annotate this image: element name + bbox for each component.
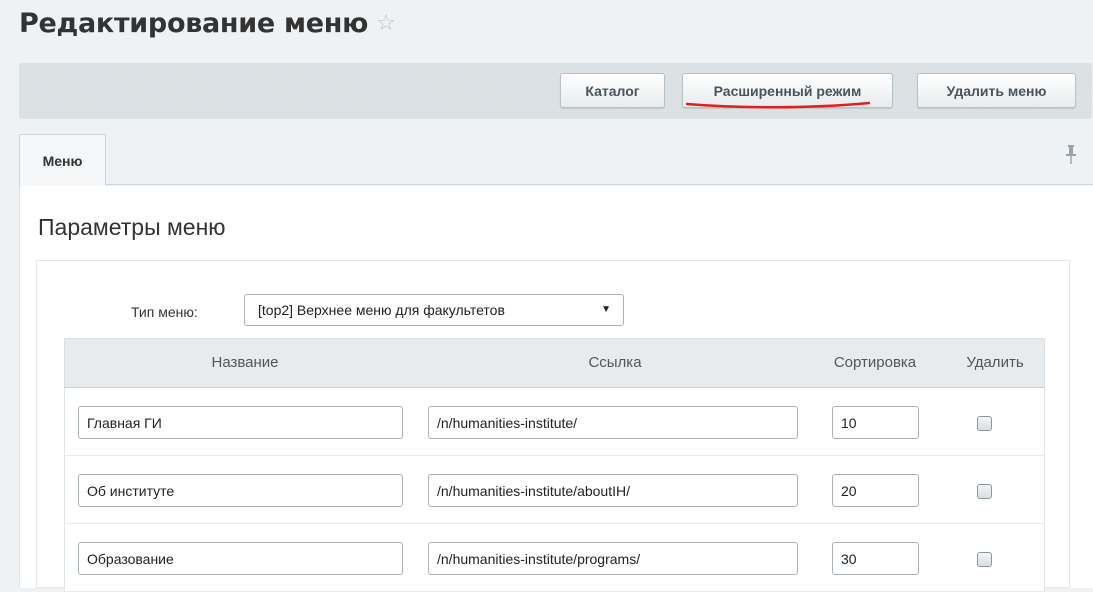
section-title: Параметры меню — [38, 214, 226, 240]
page-title-text: Редактирование меню — [19, 8, 369, 39]
menu-params-box: Тип меню: [top2] Верхнее меню для факуль… — [36, 260, 1070, 592]
menu-item-name-input[interactable] — [78, 542, 403, 575]
tabs-bar: Меню — [19, 121, 1093, 186]
star-icon[interactable]: ☆ — [376, 11, 396, 36]
menu-item-sort-input[interactable] — [832, 542, 919, 575]
menu-item-link-input[interactable] — [428, 474, 798, 507]
table-row — [64, 388, 1045, 456]
content-panel: Параметры меню Тип меню: [top2] Верхнее … — [19, 186, 1093, 592]
column-header-delete: Удалить — [966, 354, 1024, 371]
menu-item-sort-input[interactable] — [832, 406, 919, 439]
page-title: Редактирование меню ☆ — [19, 8, 396, 39]
delete-menu-button[interactable]: Удалить меню — [917, 73, 1076, 108]
delete-checkbox[interactable] — [977, 552, 992, 567]
catalog-button[interactable]: Каталог — [560, 73, 665, 108]
table-header: Название Ссылка Сортировка Удалить — [64, 338, 1045, 388]
delete-checkbox[interactable] — [977, 416, 992, 431]
dropdown-arrow-icon: ▼ — [601, 304, 611, 315]
delete-checkbox[interactable] — [977, 484, 992, 499]
table-row — [64, 456, 1045, 524]
column-header-name: Название — [211, 354, 279, 371]
menu-type-label: Тип меню: — [131, 304, 198, 320]
menu-type-value: [top2] Верхнее меню для факультетов — [258, 302, 505, 318]
menu-item-link-input[interactable] — [428, 542, 798, 575]
menu-type-select[interactable]: [top2] Верхнее меню для факультетов ▼ — [244, 294, 624, 326]
menu-item-name-input[interactable] — [78, 474, 403, 507]
column-header-link: Ссылка — [588, 354, 642, 371]
toolbar: Каталог Расширенный режим Удалить меню — [19, 63, 1092, 119]
tab-menu[interactable]: Меню — [19, 134, 106, 186]
menu-item-link-input[interactable] — [428, 406, 798, 439]
tab-menu-label: Меню — [42, 152, 83, 169]
pin-icon[interactable] — [1063, 144, 1079, 166]
table-row — [64, 524, 1045, 592]
advanced-mode-button[interactable]: Расширенный режим — [682, 73, 893, 108]
menu-item-sort-input[interactable] — [832, 474, 919, 507]
menu-item-name-input[interactable] — [78, 406, 403, 439]
column-header-sort: Сортировка — [833, 354, 917, 371]
